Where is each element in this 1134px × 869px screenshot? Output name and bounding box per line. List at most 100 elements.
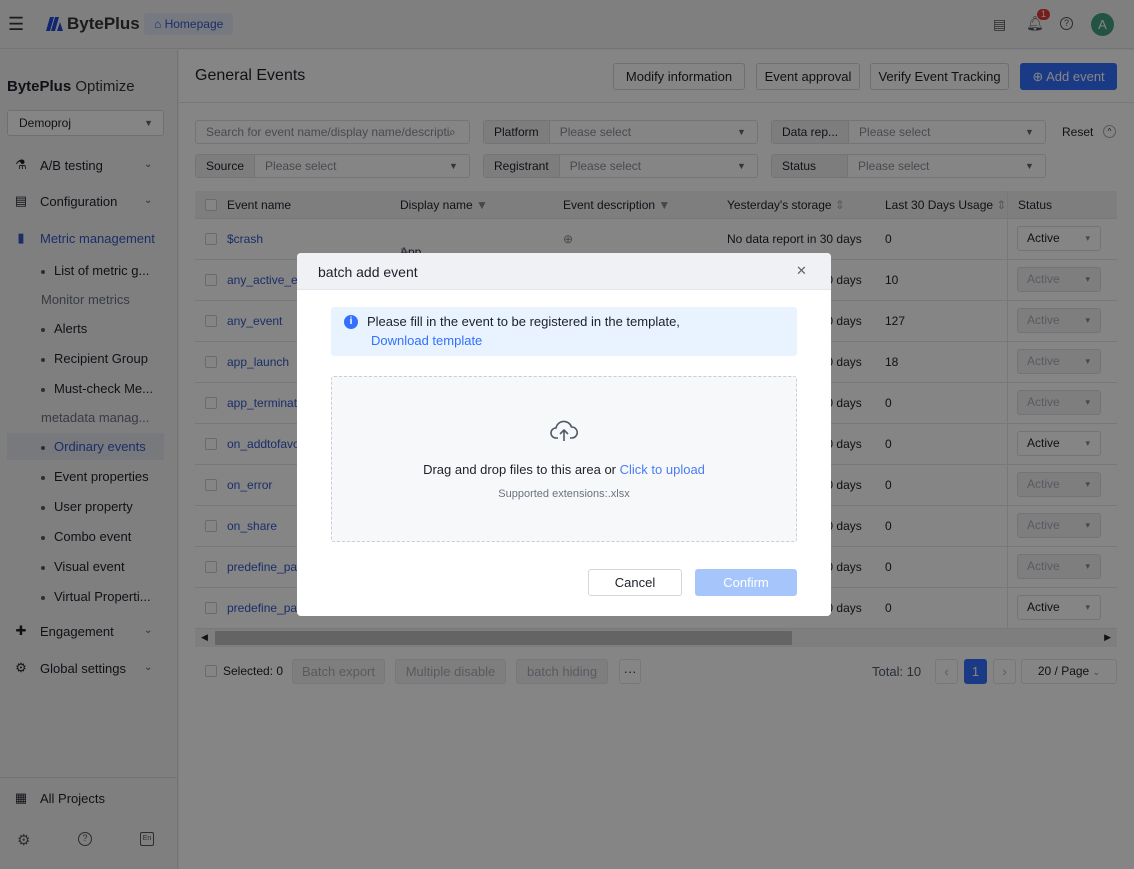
sidebar-subitem[interactable]: Recipient Group	[41, 351, 148, 366]
sidebar-subitem[interactable]: Must-check Me...	[41, 381, 153, 396]
sidebar-item-global-settings[interactable]: ⚙ Global settings	[14, 660, 126, 676]
row-checkbox[interactable]	[205, 438, 217, 450]
help-icon[interactable]: ?	[78, 832, 92, 846]
next-page-button[interactable]: ›	[993, 659, 1016, 684]
all-projects-link[interactable]: ▦ All Projects	[14, 790, 105, 806]
column-yesterday-storage[interactable]: Yesterday's storage ⇕	[727, 198, 845, 212]
chevron-down-icon[interactable]: ⌄	[144, 625, 152, 636]
event-name-link[interactable]: app_launch	[227, 355, 289, 369]
caret-down-icon: ▼	[737, 161, 746, 171]
row-checkbox[interactable]	[205, 274, 217, 286]
select-all-checkbox[interactable]	[205, 199, 217, 211]
event-name-link[interactable]: any_event	[227, 314, 282, 328]
sidebar-subitem: metadata manag...	[41, 410, 150, 425]
sidebar-subitem[interactable]: Alerts	[41, 321, 87, 336]
row-checkbox[interactable]	[205, 233, 217, 245]
event-name-link[interactable]: on_error	[227, 478, 272, 492]
chevron-down-icon[interactable]: ⌄	[144, 195, 152, 206]
event-name-link[interactable]: predefine_pag	[227, 601, 304, 615]
horizontal-scrollbar[interactable]: ◀ ▶	[195, 629, 1117, 647]
page-1-button[interactable]: 1	[964, 659, 987, 684]
row-checkbox[interactable]	[205, 602, 217, 614]
status-select[interactable]: Status Please select ▼	[771, 154, 1046, 178]
sidebar-subitem[interactable]: Ordinary events	[7, 433, 164, 460]
plus-circle-icon: ⊕	[1032, 69, 1047, 84]
status-select: Active	[1017, 308, 1101, 333]
help-icon[interactable]: ?	[1060, 17, 1073, 30]
row-checkbox[interactable]	[205, 397, 217, 409]
prev-page-button[interactable]: ‹	[935, 659, 958, 684]
project-select[interactable]: Demoproj ▼	[7, 110, 164, 136]
chevron-down-icon[interactable]: ⌄	[144, 159, 152, 170]
data-report-select[interactable]: Data rep... Please select ▼	[771, 120, 1046, 144]
search-input[interactable]: Search for event name/display name/descr…	[195, 120, 470, 144]
verify-event-tracking-button[interactable]: Verify Event Tracking	[870, 63, 1009, 90]
event-name-link[interactable]: predefine_pag	[227, 560, 304, 574]
event-approval-button[interactable]: Event approval	[756, 63, 860, 90]
batch-hiding-button[interactable]: batch hiding	[516, 659, 608, 684]
row-checkbox[interactable]	[205, 561, 217, 573]
sidebar-subitem[interactable]: Event properties	[41, 469, 149, 484]
info-icon: i	[344, 315, 358, 329]
info-text: Please fill in the event to be registere…	[367, 314, 680, 329]
event-name-link[interactable]: on_addtofavo	[227, 437, 300, 451]
column-last-30-days-usage[interactable]: Last 30 Days Usage ⇕	[885, 198, 1006, 212]
row-checkbox[interactable]	[205, 356, 217, 368]
event-name-link[interactable]: any_active_ev	[227, 273, 304, 287]
sort-icon: ⇕	[834, 198, 845, 212]
document-icon[interactable]: ▤	[993, 16, 1006, 33]
menu-icon[interactable]: ☰	[8, 14, 24, 35]
column-display-name[interactable]: Display name ▼	[400, 198, 488, 212]
source-select[interactable]: Source Please select ▼	[195, 154, 470, 178]
sidebar-subitem: Monitor metrics	[41, 292, 130, 307]
download-template-link[interactable]: Download template	[371, 333, 482, 348]
multiple-disable-button[interactable]: Multiple disable	[395, 659, 506, 684]
batch-export-button[interactable]: Batch export	[292, 659, 385, 684]
modify-information-button[interactable]: Modify information	[613, 63, 745, 90]
platform-select[interactable]: Platform Please select ▼	[483, 120, 758, 144]
language-icon[interactable]: En	[140, 832, 154, 846]
row-checkbox[interactable]	[205, 520, 217, 532]
sidebar-subitem[interactable]: List of metric g...	[41, 263, 149, 278]
sidebar-item-engagement[interactable]: ✚ Engagement	[14, 623, 114, 639]
more-button[interactable]: ···	[619, 659, 641, 684]
status-select[interactable]: Active	[1017, 226, 1101, 251]
flask-icon: ⚗	[15, 157, 27, 172]
sidebar-subitem[interactable]: Virtual Properti...	[41, 589, 151, 604]
yesterday-storage: No data report in 30 days	[727, 232, 862, 246]
registrant-select[interactable]: Registrant Please select ▼	[483, 154, 758, 178]
row-checkbox[interactable]	[205, 315, 217, 327]
status-select[interactable]: Active	[1017, 431, 1101, 456]
cancel-button[interactable]: Cancel	[588, 569, 682, 596]
collapse-icon[interactable]: ^	[1103, 125, 1116, 138]
column-event-description[interactable]: Event description ▼	[563, 198, 670, 212]
sidebar-subitem[interactable]: Combo event	[41, 529, 131, 544]
avatar[interactable]: A	[1091, 13, 1114, 36]
scrollbar-thumb[interactable]	[215, 631, 792, 645]
page-size-select[interactable]: 20 / Page ⌄	[1021, 659, 1117, 684]
sidebar-item-a-b-testing[interactable]: ⚗ A/B testing	[14, 157, 103, 173]
close-icon[interactable]: ✕	[796, 263, 807, 279]
status-select[interactable]: Active	[1017, 595, 1101, 620]
event-name-link[interactable]: app_terminate	[227, 396, 304, 410]
sidebar-item-metric-management[interactable]: ▮ Metric management	[14, 230, 154, 246]
sidebar-item-configuration[interactable]: ▤ Configuration	[14, 193, 117, 209]
add-event-button[interactable]: ⊕ Add event	[1020, 63, 1117, 90]
sidebar-subitem[interactable]: User property	[41, 499, 133, 514]
reset-button[interactable]: Reset	[1062, 125, 1093, 139]
sidebar-subitem[interactable]: Visual event	[41, 559, 125, 574]
cloud-upload-icon	[550, 420, 578, 441]
homepage-tab[interactable]: ⌂ Homepage	[144, 13, 234, 35]
event-name-link[interactable]: on_share	[227, 519, 277, 533]
select-all-footer-checkbox[interactable]	[205, 665, 217, 677]
confirm-button[interactable]: Confirm	[695, 569, 797, 596]
add-description-icon[interactable]: ⊕	[563, 232, 573, 246]
upload-dropzone[interactable]: Drag and drop files to this area or Clic…	[331, 376, 797, 542]
usage-count: 18	[885, 355, 899, 369]
row-checkbox[interactable]	[205, 479, 217, 491]
settings-icon[interactable]: ⚙	[17, 831, 30, 849]
chevron-down-icon[interactable]: ⌄	[144, 662, 152, 673]
event-name-link[interactable]: $crash	[227, 232, 263, 246]
info-alert: i Please fill in the event to be registe…	[331, 307, 797, 356]
click-to-upload-link[interactable]: Click to upload	[620, 462, 705, 477]
